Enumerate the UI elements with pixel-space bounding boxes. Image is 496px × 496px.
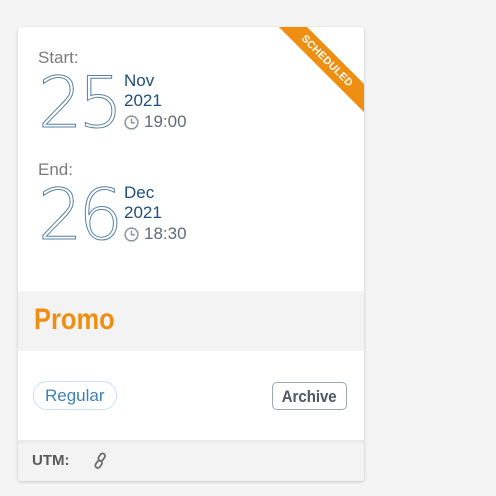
event-name-band: Promo [18, 291, 364, 351]
archive-button-label: Archive [282, 387, 337, 406]
end-date-block: End: 26 Dec 2021 18:30 [37, 160, 186, 251]
end-day: 26 [37, 180, 123, 251]
start-day: 25 [37, 68, 123, 139]
start-time: 19:00 [144, 112, 187, 131]
event-type-badge: Regular [33, 381, 117, 410]
start-month: Nov [124, 71, 155, 90]
end-year: 2021 [124, 203, 162, 222]
clock-icon [124, 114, 139, 130]
status-badge: SCHEDULED [276, 27, 364, 115]
end-meta: Dec 2021 18:30 [124, 183, 187, 244]
link-icon[interactable] [92, 452, 110, 470]
end-month: Dec [124, 183, 155, 202]
utm-label: UTM: [32, 452, 70, 469]
event-name[interactable]: Promo [34, 303, 115, 337]
card-footer: UTM: [18, 440, 364, 481]
start-meta: Nov 2021 19:00 [124, 71, 187, 132]
archive-button[interactable]: Archive [272, 382, 347, 410]
end-time: 18:30 [144, 224, 187, 243]
start-date-block: Start: 25 Nov 2021 19:00 [37, 48, 186, 139]
end-time-row: 18:30 [124, 224, 187, 244]
clock-icon [124, 226, 139, 242]
start-day-number: 25 [37, 62, 123, 144]
status-ribbon: SCHEDULED [276, 27, 364, 115]
event-card: SCHEDULED Start: 25 Nov 2021 19:00 End: … [18, 27, 364, 481]
end-day-number: 26 [37, 174, 123, 256]
start-year: 2021 [124, 91, 162, 110]
start-time-row: 19:00 [124, 112, 187, 132]
